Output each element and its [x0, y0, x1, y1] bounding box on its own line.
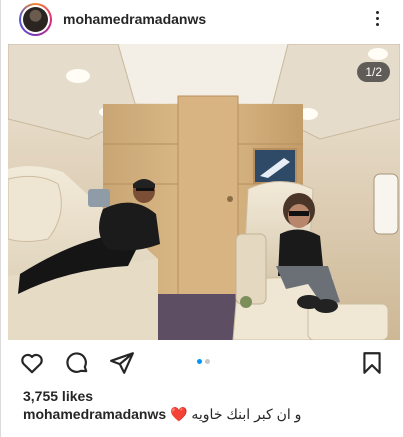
- more-options-icon[interactable]: [367, 8, 387, 30]
- likes-count[interactable]: 3,755 likes: [23, 388, 93, 404]
- caption-heart-emoji: ❤️: [170, 406, 188, 422]
- post-username[interactable]: mohamedramadanws: [63, 11, 206, 27]
- caption-username[interactable]: mohamedramadanws: [23, 406, 166, 422]
- avatar-ring: [21, 5, 50, 34]
- post-header: mohamedramadanws: [1, 0, 403, 40]
- carousel-indicator: [197, 359, 211, 365]
- caption-text: و ان كبر ابنك خاويه: [191, 406, 302, 422]
- heart-icon[interactable]: [19, 350, 45, 376]
- post-photo[interactable]: 1/2: [8, 44, 400, 340]
- carousel-dot-active: [197, 359, 202, 364]
- image-counter-badge: 1/2: [357, 62, 390, 82]
- instagram-post: mohamedramadanws 1/2 3,755 likes mohamed…: [0, 0, 404, 437]
- carousel-dot: [205, 359, 210, 364]
- avatar[interactable]: [19, 3, 52, 36]
- paper-plane-icon[interactable]: [109, 350, 135, 376]
- comment-icon[interactable]: [64, 350, 90, 376]
- avatar-image: [23, 7, 48, 32]
- jet-cabin-photo: [8, 44, 400, 340]
- post-caption: mohamedramadanws ❤️ و ان كبر ابنك خاويه: [23, 406, 301, 423]
- bookmark-icon[interactable]: [359, 350, 385, 376]
